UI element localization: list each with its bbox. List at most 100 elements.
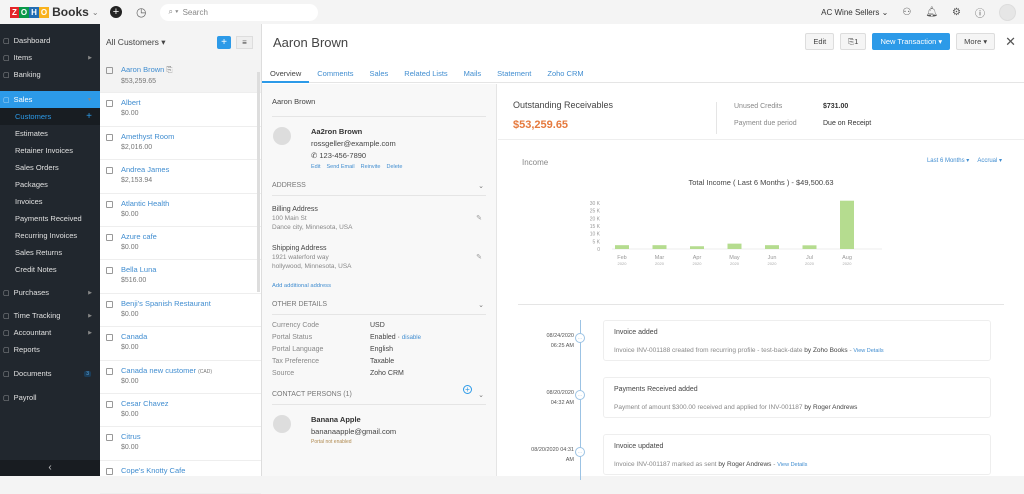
list-item[interactable]: Albert $0.00	[100, 93, 261, 127]
customer-name[interactable]: Bella Luna	[121, 265, 156, 274]
sidebar-item-invoices[interactable]: Invoices	[0, 193, 100, 210]
avatar[interactable]	[999, 3, 1016, 21]
sidebar-item-purchases[interactable]: ▢ Purchases ▶	[0, 284, 100, 301]
list-item[interactable]: Cope's Knotty Cafe	[100, 461, 261, 494]
sidebar-item-dashboard[interactable]: ▢ Dashboard	[0, 32, 100, 49]
sidebar-item-sales-returns[interactable]: Sales Returns	[0, 244, 100, 261]
checkbox[interactable]	[106, 267, 113, 275]
customer-name[interactable]: Atlantic Health	[121, 199, 169, 208]
checkbox[interactable]	[106, 100, 113, 108]
quick-create-icon[interactable]: +	[110, 6, 122, 18]
checkbox[interactable]	[106, 467, 113, 475]
checkbox[interactable]	[106, 167, 113, 175]
tab-statement[interactable]: Statement	[489, 64, 539, 83]
sidebar-item-banking[interactable]: ▢ Banking	[0, 66, 100, 83]
tab-zoho-crm[interactable]: Zoho CRM	[539, 64, 591, 83]
history-icon[interactable]: ◷	[136, 5, 146, 19]
customer-name[interactable]: Canada new customer (CAD)	[121, 366, 212, 375]
list-item[interactable]: Cesar Chavez $0.00	[100, 394, 261, 428]
sidebar-item-reports[interactable]: ▢ Reports	[0, 341, 100, 358]
tab-sales[interactable]: Sales	[362, 64, 397, 83]
tab-overview[interactable]: Overview	[262, 64, 310, 83]
pencil-icon[interactable]: ✎	[476, 253, 482, 261]
checkbox[interactable]	[106, 133, 113, 141]
checkbox[interactable]	[106, 367, 113, 375]
tab-related-lists[interactable]: Related Lists	[396, 64, 455, 83]
plus-icon[interactable]: +	[86, 111, 92, 122]
list-item[interactable]: Azure cafe $0.00	[100, 227, 261, 261]
search-input[interactable]: ⌕ ▾ Search	[160, 3, 319, 21]
customer-name[interactable]: Canada	[121, 332, 147, 341]
list-scrollbar[interactable]	[257, 72, 260, 292]
bell-icon[interactable]: 🔔︎	[925, 7, 938, 18]
list-item[interactable]: Citrus $0.00	[100, 427, 261, 461]
pencil-icon[interactable]: ✎	[476, 214, 482, 222]
sidebar-item-retainer-invoices[interactable]: Retainer Invoices	[0, 142, 100, 159]
customer-name[interactable]: Citrus	[121, 432, 141, 441]
close-icon[interactable]: ✕	[1005, 34, 1016, 50]
sidebar-item-sales[interactable]: ▢ Sales ▼	[0, 91, 100, 108]
add-address-link[interactable]: Add additional address	[272, 270, 486, 289]
customer-name[interactable]: Aaron Brown ⎘	[121, 65, 172, 75]
sidebar-item-accountant[interactable]: ▢ Accountant ▶	[0, 324, 100, 341]
tab-mails[interactable]: Mails	[456, 64, 490, 83]
customer-name[interactable]: Cope's Knotty Cafe	[121, 466, 185, 475]
sidebar-item-customers[interactable]: Customers +	[0, 108, 100, 125]
sidebar-item-payments-received[interactable]: Payments Received	[0, 210, 100, 227]
period-dropdown[interactable]: Last 6 Months ▾	[927, 157, 969, 164]
list-item[interactable]: Amethyst Room $2,016.00	[100, 127, 261, 161]
list-item[interactable]: Canada new customer (CAD) $0.00	[100, 361, 261, 394]
sidebar-item-recurring-invoices[interactable]: Recurring Invoices	[0, 227, 100, 244]
sidebar-item-sales-orders[interactable]: Sales Orders	[0, 159, 100, 176]
checkbox[interactable]	[106, 67, 113, 74]
customer-filter-dropdown[interactable]: All Customers ▾	[106, 37, 166, 48]
chevron-down-icon[interactable]: ⌄	[92, 8, 99, 17]
view-details-link[interactable]: View Details	[777, 462, 807, 468]
list-item[interactable]: Andrea James $2,153.94	[100, 160, 261, 194]
more-button[interactable]: More ▾	[956, 33, 996, 50]
users-icon[interactable]: ⚇	[902, 7, 911, 18]
sidebar-item-documents[interactable]: ▢ Documents 3	[0, 365, 100, 382]
sidebar-item-payroll[interactable]: ▢ Payroll	[0, 389, 100, 406]
checkbox[interactable]	[106, 233, 113, 241]
new-transaction-button[interactable]: New Transaction ▾	[872, 33, 951, 50]
disable-portal-link[interactable]: disable	[402, 335, 421, 341]
sidebar-item-packages[interactable]: Packages	[0, 176, 100, 193]
customer-name[interactable]: Andrea James	[121, 165, 169, 174]
checkbox[interactable]	[106, 300, 113, 308]
sidebar-item-estimates[interactable]: Estimates	[0, 125, 100, 142]
list-item[interactable]: Atlantic Health $0.00	[100, 194, 261, 227]
view-details-link[interactable]: View Details	[853, 348, 883, 354]
checkbox[interactable]	[106, 200, 113, 208]
address-section-header[interactable]: ADDRESS ⌄	[272, 170, 486, 196]
list-item[interactable]: Aaron Brown ⎘ $53,259.65	[100, 60, 261, 94]
edit-button[interactable]: Edit	[805, 33, 835, 50]
tab-comments[interactable]: Comments	[309, 64, 361, 83]
attachments-button[interactable]: ⎘ 1	[840, 33, 867, 50]
add-contact-icon[interactable]: +	[463, 385, 472, 394]
collapse-sidebar-button[interactable]: ‹	[0, 460, 100, 476]
contact-persons-header[interactable]: CONTACT PERSONS (1) + ⌄	[272, 377, 486, 405]
other-details-header[interactable]: OTHER DETAILS ⌄	[272, 289, 486, 315]
customer-name[interactable]: Amethyst Room	[121, 132, 174, 141]
customer-name[interactable]: Benji's Spanish Restaurant	[121, 299, 211, 308]
checkbox[interactable]	[106, 400, 113, 408]
app-logo[interactable]: ZOHO Books ⌄	[0, 5, 100, 19]
customer-name[interactable]: Azure cafe	[121, 232, 157, 241]
list-item[interactable]: Canada $0.00	[100, 327, 261, 361]
checkbox[interactable]	[106, 334, 113, 342]
customer-name[interactable]: Albert	[121, 98, 141, 107]
sidebar-item-credit-notes[interactable]: Credit Notes	[0, 261, 100, 278]
list-item[interactable]: Benji's Spanish Restaurant $0.00	[100, 294, 261, 328]
org-switcher[interactable]: AC Wine Sellers ⌄	[821, 8, 888, 17]
list-menu-button[interactable]: ≡	[236, 36, 253, 49]
basis-dropdown[interactable]: Accrual ▾	[977, 157, 1002, 164]
sidebar-item-items[interactable]: ▢ Items ▶	[0, 49, 100, 66]
gear-icon[interactable]: ⚙	[952, 7, 961, 18]
sidebar-item-time-tracking[interactable]: ▢ Time Tracking ▶	[0, 307, 100, 324]
customer-name[interactable]: Cesar Chavez	[121, 399, 169, 408]
help-icon[interactable]: ⓘ	[975, 5, 985, 20]
checkbox[interactable]	[106, 434, 113, 442]
add-customer-button[interactable]: +	[217, 36, 231, 49]
list-item[interactable]: Bella Luna $516.00	[100, 260, 261, 294]
